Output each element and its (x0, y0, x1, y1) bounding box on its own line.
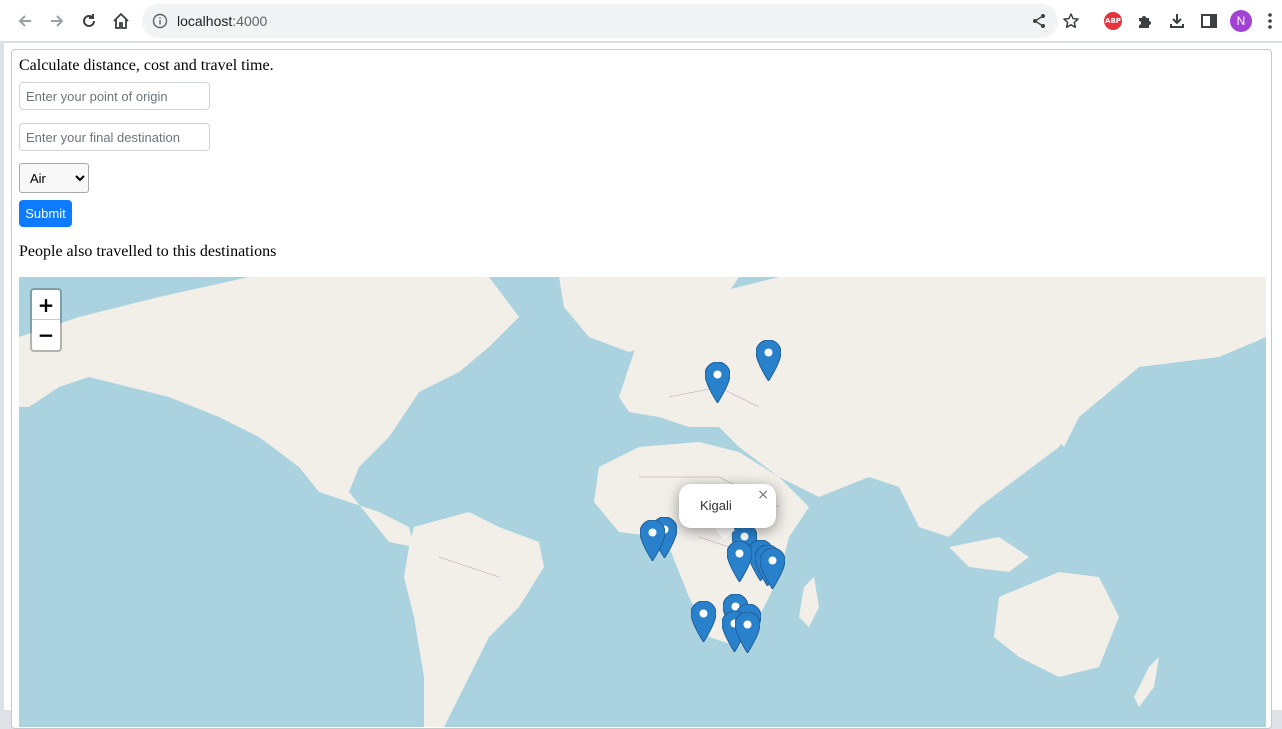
url-port: :4000 (232, 13, 268, 29)
url-host: localhost (177, 13, 233, 29)
side-panel-icon (1201, 14, 1217, 28)
address-bar[interactable]: localhost:4000 (142, 4, 1079, 38)
popup-close-button[interactable]: × (757, 487, 769, 503)
submit-button[interactable]: Submit (19, 200, 72, 227)
map-marker[interactable] (760, 548, 785, 589)
adblock-icon: ABP (1104, 12, 1122, 30)
arrow-left-icon (18, 15, 31, 27)
world-map-tiles (19, 277, 1266, 727)
reload-button[interactable] (74, 6, 104, 36)
zoom-out-button[interactable]: − (32, 320, 60, 350)
map-marker[interactable] (640, 520, 665, 561)
map-marker[interactable] (691, 601, 716, 642)
zoom-control: + − (30, 288, 62, 352)
map-popup: Kigali × (679, 484, 776, 528)
side-panel-button[interactable] (1194, 6, 1224, 36)
puzzle-icon (1139, 16, 1151, 28)
popular-destinations-heading: People also travelled to this destinatio… (19, 243, 277, 260)
popup-city-label: Kigali (700, 498, 732, 513)
destinations-map[interactable]: + − Kigali × (19, 277, 1266, 727)
home-icon (113, 12, 129, 29)
travel-card: Calculate distance, cost and travel time… (11, 49, 1272, 729)
url-text: localhost:4000 (177, 13, 267, 29)
adblock-extension-button[interactable]: ABP (1098, 6, 1128, 36)
map-marker[interactable] (705, 362, 730, 403)
travel-mode-select[interactable]: Air (19, 163, 89, 193)
bookmark-star-icon[interactable] (1062, 12, 1080, 30)
profile-button[interactable]: N (1226, 6, 1256, 36)
map-marker[interactable] (756, 340, 781, 381)
profile-avatar: N (1230, 10, 1252, 32)
forward-button[interactable] (42, 6, 72, 36)
share-icon[interactable] (1031, 13, 1047, 29)
reload-icon (83, 14, 95, 27)
origin-input[interactable] (19, 82, 210, 110)
browser-toolbar: localhost:4000 ABP N (0, 0, 1282, 42)
destination-input[interactable] (19, 123, 210, 151)
kebab-menu-icon (1268, 13, 1272, 29)
browser-menu-button[interactable] (1258, 6, 1282, 36)
download-icon (1170, 14, 1184, 28)
arrow-right-icon (51, 15, 64, 27)
downloads-button[interactable] (1162, 6, 1192, 36)
back-button[interactable] (10, 6, 40, 36)
map-marker[interactable] (735, 612, 760, 653)
map-marker[interactable] (727, 541, 752, 582)
extensions-button[interactable] (1130, 6, 1160, 36)
info-icon[interactable] (152, 13, 168, 29)
page-title: Calculate distance, cost and travel time… (19, 57, 274, 74)
zoom-in-button[interactable]: + (32, 290, 60, 320)
page-viewport: Calculate distance, cost and travel time… (4, 43, 1282, 729)
home-button[interactable] (106, 6, 136, 36)
